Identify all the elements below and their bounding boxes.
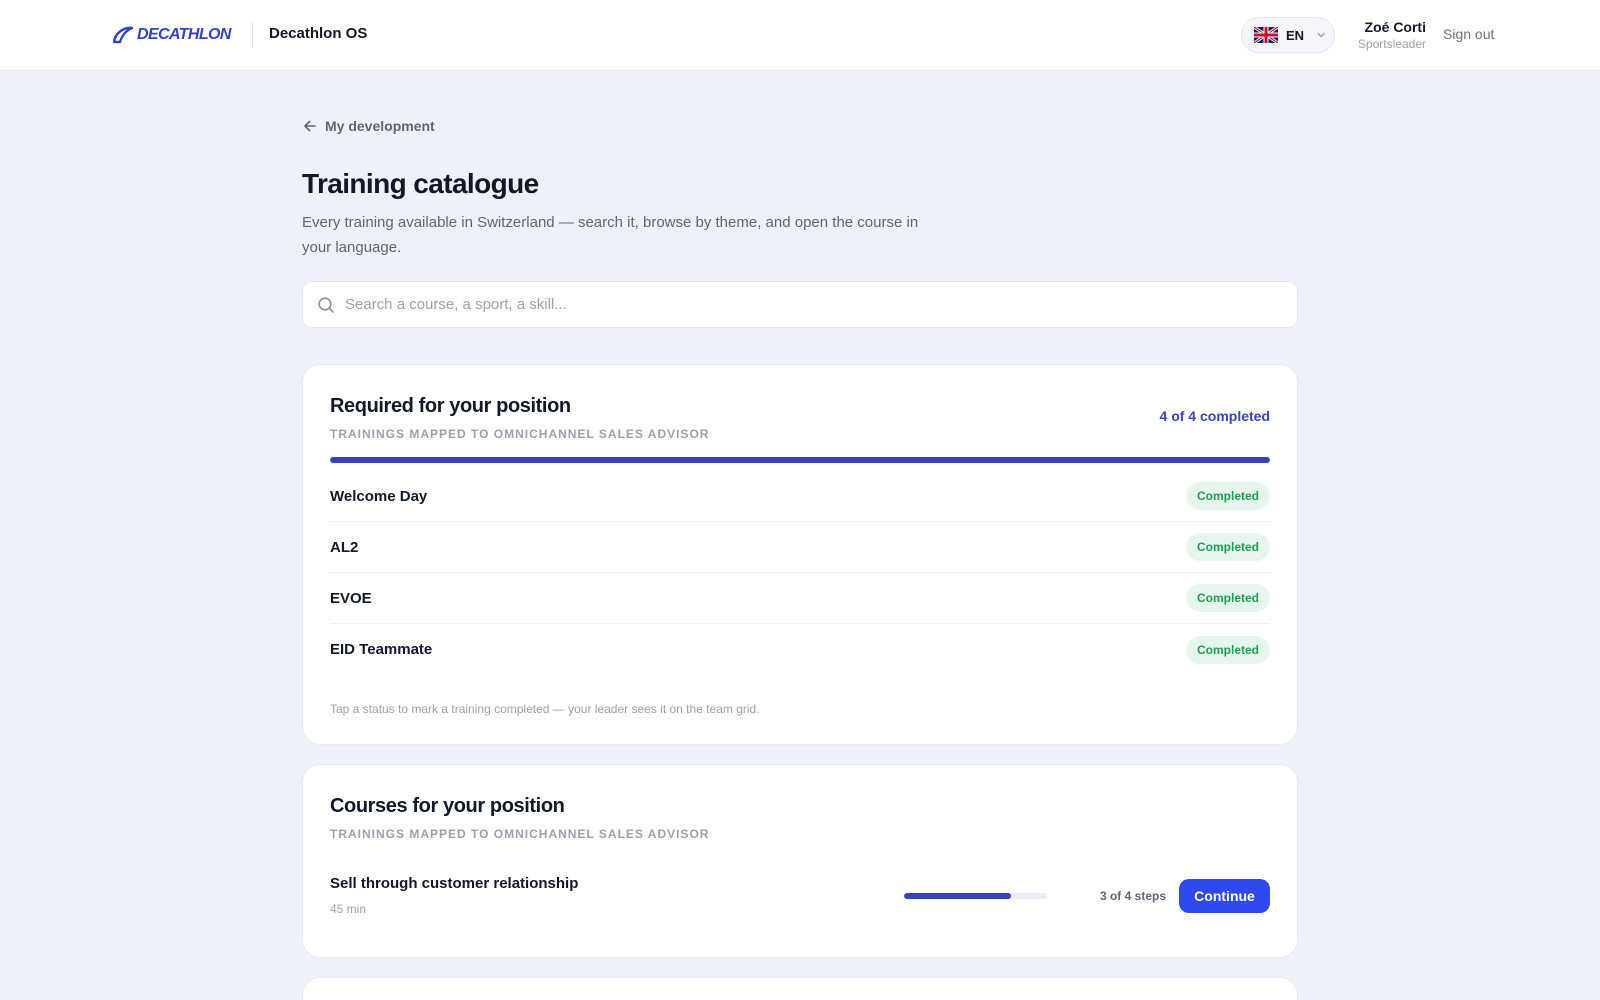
course-duration: 45 min bbox=[330, 902, 367, 916]
chevron-down-icon bbox=[1317, 32, 1325, 38]
card-title: Courses for your position bbox=[330, 795, 565, 817]
status-badge[interactable]: Completed bbox=[1185, 482, 1270, 510]
header-divider bbox=[252, 22, 253, 48]
language-code: EN bbox=[1286, 27, 1305, 43]
search-input[interactable] bbox=[345, 296, 1285, 313]
required-progress-bar bbox=[330, 457, 1270, 463]
card-eyebrow: TRAININGS MAPPED TO OMNICHANNEL SALES AD… bbox=[330, 827, 710, 841]
user-role: Sportsleader bbox=[1357, 37, 1426, 51]
user-name: Zoé Corti bbox=[1364, 19, 1426, 35]
course-progress-bar bbox=[904, 893, 1047, 899]
status-badge[interactable]: Completed bbox=[1185, 635, 1270, 664]
decathlon-logo[interactable]: DECATHLON bbox=[112, 24, 231, 46]
card-eyebrow: TRAININGS MAPPED TO OMNICHANNEL SALES AD… bbox=[330, 427, 710, 441]
training-row: AL2 Completed bbox=[330, 522, 1270, 573]
next-card bbox=[302, 977, 1298, 1000]
training-row: Welcome Day Completed bbox=[330, 471, 1270, 522]
completed-count: 4 of 4 completed bbox=[1159, 408, 1270, 424]
language-selector[interactable]: EN bbox=[1241, 17, 1335, 53]
app-name: Decathlon OS bbox=[269, 25, 368, 42]
continue-button[interactable]: Continue bbox=[1179, 879, 1270, 913]
course-name: Sell through customer relationship bbox=[330, 875, 579, 892]
page-title: Training catalogue bbox=[302, 168, 539, 199]
training-name: EID Teammate bbox=[330, 641, 433, 658]
training-row: EVOE Completed bbox=[330, 573, 1270, 624]
sign-out-link[interactable]: Sign out bbox=[1443, 26, 1494, 42]
status-badge[interactable]: Completed bbox=[1185, 533, 1270, 561]
training-name: EVOE bbox=[330, 589, 372, 607]
uk-flag-icon bbox=[1254, 27, 1278, 43]
search-icon bbox=[318, 296, 334, 313]
training-row: EID Teammate Completed bbox=[330, 624, 1270, 675]
back-link[interactable]: My development bbox=[303, 118, 435, 134]
course-progress-fill bbox=[904, 893, 1012, 899]
logo-text: DECATHLON bbox=[137, 26, 231, 43]
back-link-label: My development bbox=[325, 118, 435, 134]
courses-card: Courses for your position TRAININGS MAPP… bbox=[302, 764, 1298, 958]
card-title: Required for your position bbox=[330, 395, 571, 417]
decathlon-swoosh-icon bbox=[112, 26, 134, 44]
required-trainings-card: Required for your position TRAININGS MAP… bbox=[302, 364, 1298, 745]
top-bar: DECATHLON Decathlon OS EN Zoé Corti Spor… bbox=[0, 0, 1600, 71]
arrow-left-icon bbox=[304, 120, 316, 132]
course-steps: 3 of 4 steps bbox=[1099, 889, 1166, 903]
training-name: Welcome Day bbox=[330, 487, 428, 505]
hint-text: Tap a status to mark a training complete… bbox=[330, 702, 760, 716]
search-bar bbox=[302, 281, 1298, 328]
training-name: AL2 bbox=[330, 538, 359, 556]
status-badge[interactable]: Completed bbox=[1185, 584, 1270, 612]
required-progress-fill bbox=[330, 457, 1270, 463]
page-subtitle: Every training available in Switzerland … bbox=[302, 214, 919, 256]
